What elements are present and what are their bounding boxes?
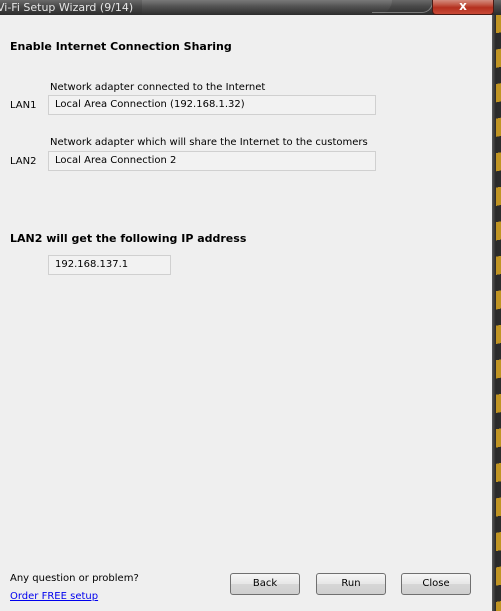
window-close-button[interactable]: x xyxy=(432,0,494,15)
window-title: Vi-Fi Setup Wizard (9/14) xyxy=(0,1,134,14)
title-bar-curve xyxy=(372,2,433,13)
client-area: Enable Internet Connection Sharing Netwo… xyxy=(0,15,492,611)
lan1-adapter-field[interactable]: Local Area Connection (192.168.1.32) xyxy=(48,95,376,115)
close-icon: x xyxy=(459,0,467,13)
ip-address-field[interactable]: 192.168.137.1 xyxy=(48,255,171,275)
lan2-adapter-field[interactable]: Local Area Connection 2 xyxy=(48,151,376,171)
lan1-label: LAN1 xyxy=(10,100,37,111)
title-bar-glow xyxy=(142,0,392,15)
close-button[interactable]: Close xyxy=(401,573,471,595)
section-heading-ics: Enable Internet Connection Sharing xyxy=(10,40,232,53)
background-stripe xyxy=(496,15,501,611)
lan2-caption: Network adapter which will share the Int… xyxy=(50,137,368,148)
back-button[interactable]: Back xyxy=(230,573,300,595)
title-bar[interactable]: Vi-Fi Setup Wizard (9/14) x xyxy=(0,0,501,15)
section-heading-ip: LAN2 will get the following IP address xyxy=(10,232,247,245)
lan2-label: LAN2 xyxy=(10,156,37,167)
help-question-text: Any question or problem? xyxy=(10,573,139,584)
run-button[interactable]: Run xyxy=(316,573,386,595)
order-setup-link[interactable]: Order FREE setup xyxy=(10,591,98,602)
wizard-window: Vi-Fi Setup Wizard (9/14) x Enable Inter… xyxy=(0,0,501,611)
lan1-caption: Network adapter connected to the Interne… xyxy=(50,82,266,93)
